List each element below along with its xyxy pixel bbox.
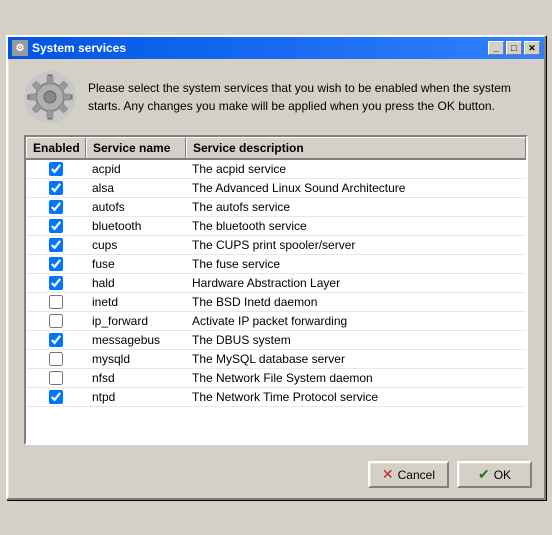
service-name-cell: ntpd [86,388,186,406]
enabled-cell [26,293,86,311]
cancel-icon: ✕ [382,466,394,483]
table-row: fuseThe fuse service [26,255,526,274]
service-desc-cell: Hardware Abstraction Layer [186,274,526,292]
gear-icon [24,71,76,123]
service-checkbox[interactable] [49,352,63,366]
table-row: ip_forwardActivate IP packet forwarding [26,312,526,331]
service-checkbox[interactable] [49,333,63,347]
ok-label: OK [494,468,511,482]
service-desc-cell: The Network File System daemon [186,369,526,387]
enabled-cell [26,388,86,406]
service-name-cell: cups [86,236,186,254]
service-name-cell: acpid [86,160,186,178]
service-name-cell: nfsd [86,369,186,387]
col-header-enabled: Enabled [26,137,86,158]
enabled-cell [26,217,86,235]
table-scroll-area[interactable]: acpidThe acpid servicealsaThe Advanced L… [26,160,526,443]
service-checkbox[interactable] [49,238,63,252]
service-checkbox[interactable] [49,181,63,195]
col-header-desc: Service description [186,137,526,158]
enabled-cell [26,179,86,197]
table-row: alsaThe Advanced Linux Sound Architectur… [26,179,526,198]
table-body: acpidThe acpid servicealsaThe Advanced L… [26,160,526,407]
enabled-cell [26,350,86,368]
service-desc-cell: The MySQL database server [186,350,526,368]
service-checkbox[interactable] [49,257,63,271]
service-desc-cell: The BSD Inetd daemon [186,293,526,311]
service-name-cell: alsa [86,179,186,197]
service-desc-cell: The DBUS system [186,331,526,349]
service-checkbox[interactable] [49,314,63,328]
table-row: inetdThe BSD Inetd daemon [26,293,526,312]
enabled-cell [26,369,86,387]
table-row: haldHardware Abstraction Layer [26,274,526,293]
table-row: acpidThe acpid service [26,160,526,179]
bottom-bar: ✕ Cancel ✔ OK [8,453,544,498]
enabled-cell [26,312,86,330]
service-checkbox[interactable] [49,162,63,176]
service-checkbox[interactable] [49,295,63,309]
service-desc-cell: Activate IP packet forwarding [186,312,526,330]
service-name-cell: messagebus [86,331,186,349]
titlebar-left: ⚙ System services [12,40,126,56]
window-icon: ⚙ [12,40,28,56]
enabled-cell [26,274,86,292]
service-desc-cell: The Network Time Protocol service [186,388,526,406]
ok-button[interactable]: ✔ OK [457,461,532,488]
service-desc-cell: The bluetooth service [186,217,526,235]
enabled-cell [26,331,86,349]
service-desc-cell: The fuse service [186,255,526,273]
service-name-cell: inetd [86,293,186,311]
col-header-name: Service name [86,137,186,158]
service-checkbox[interactable] [49,200,63,214]
enabled-cell [26,255,86,273]
service-checkbox[interactable] [49,276,63,290]
table-row: messagebusThe DBUS system [26,331,526,350]
content-area: Please select the system services that y… [8,59,544,453]
minimize-button[interactable]: _ [488,41,504,55]
table-row: ntpdThe Network Time Protocol service [26,388,526,407]
window-title: System services [32,41,126,55]
services-table: Enabled Service name Service description… [24,135,528,445]
enabled-cell [26,236,86,254]
service-desc-cell: The Advanced Linux Sound Architecture [186,179,526,197]
service-name-cell: mysqld [86,350,186,368]
service-checkbox[interactable] [49,390,63,404]
close-button[interactable]: ✕ [524,41,540,55]
service-name-cell: ip_forward [86,312,186,330]
service-checkbox[interactable] [49,219,63,233]
enabled-cell [26,160,86,178]
service-checkbox[interactable] [49,371,63,385]
intro-section: Please select the system services that y… [24,71,528,123]
service-desc-cell: The CUPS print spooler/server [186,236,526,254]
system-services-window: ⚙ System services _ □ ✕ [6,35,546,500]
service-name-cell: fuse [86,255,186,273]
service-desc-cell: The acpid service [186,160,526,178]
enabled-cell [26,198,86,216]
table-row: autofsThe autofs service [26,198,526,217]
table-row: nfsdThe Network File System daemon [26,369,526,388]
service-name-cell: bluetooth [86,217,186,235]
ok-icon: ✔ [478,466,490,483]
intro-text: Please select the system services that y… [88,79,528,115]
titlebar-controls: _ □ ✕ [488,41,540,55]
service-name-cell: autofs [86,198,186,216]
maximize-button[interactable]: □ [506,41,522,55]
table-row: bluetoothThe bluetooth service [26,217,526,236]
cancel-label: Cancel [398,468,435,482]
cancel-button[interactable]: ✕ Cancel [368,461,449,488]
titlebar: ⚙ System services _ □ ✕ [8,37,544,59]
table-row: mysqldThe MySQL database server [26,350,526,369]
table-header: Enabled Service name Service description [26,137,526,160]
service-name-cell: hald [86,274,186,292]
table-row: cupsThe CUPS print spooler/server [26,236,526,255]
service-desc-cell: The autofs service [186,198,526,216]
